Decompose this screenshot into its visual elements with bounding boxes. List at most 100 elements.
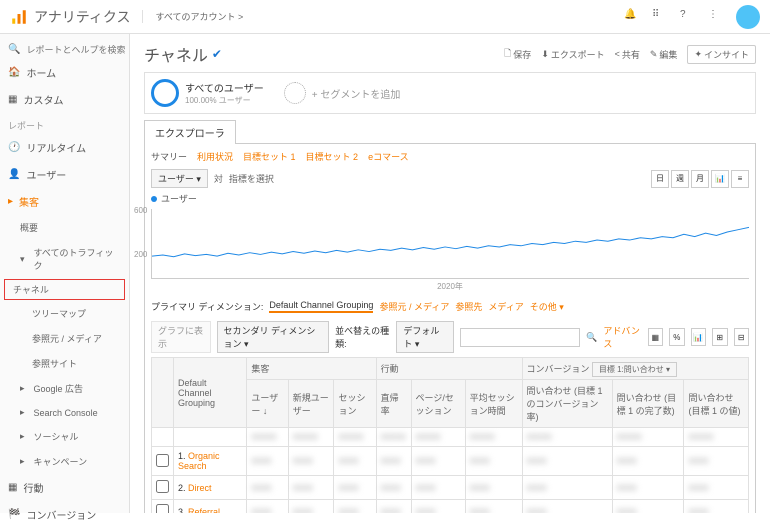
row-checkbox[interactable] <box>156 480 169 493</box>
plot-rows-button[interactable]: グラフに表示 <box>151 321 211 353</box>
nav-channel[interactable]: チャネル <box>4 279 125 300</box>
nav-referrals[interactable]: 参照サイト <box>0 351 129 376</box>
avatar[interactable] <box>736 5 760 29</box>
dim-other[interactable]: その他 ▾ <box>530 300 564 313</box>
secondary-dim-dropdown[interactable]: セカンダリ ディメンション ▾ <box>217 321 330 353</box>
metric-dropdown[interactable]: ユーザー ▾ <box>151 169 208 188</box>
perf-view-icon[interactable]: 📊 <box>691 328 706 346</box>
nav-custom[interactable]: ▦カスタム <box>0 86 129 113</box>
insight-button[interactable]: ✦ インサイト <box>687 45 756 64</box>
col-group-acq: 集客 <box>247 358 376 380</box>
add-circle-icon <box>284 82 306 104</box>
y-tick-600: 600 <box>134 206 147 215</box>
dim-med[interactable]: メディア <box>488 300 523 313</box>
custom-icon: ▦ <box>8 94 17 105</box>
col-new-users[interactable]: 新規ユーザー <box>288 380 334 428</box>
col-dcg[interactable]: Default Channel Grouping <box>174 358 247 428</box>
account-selector[interactable]: すべてのアカウント > <box>142 10 243 23</box>
table-row[interactable]: 1. Organic Search00000000000000000000000… <box>152 447 749 476</box>
acquisition-icon: ▸ <box>8 196 13 207</box>
view-day[interactable]: 日 <box>651 170 669 188</box>
advanced-link[interactable]: アドバンス <box>603 324 641 350</box>
col-value[interactable]: 問い合わせ (目標 1 の値) <box>684 380 749 428</box>
compare-view-icon[interactable]: ⊞ <box>712 328 727 346</box>
data-table: Default Channel Grouping 集客 行動 コンバージョン 目… <box>151 357 749 513</box>
table-row[interactable]: 2. Direct0000000000000000000000000000000… <box>152 476 749 500</box>
conv-dropdown[interactable]: 目標 1:問い合わせ ▾ <box>592 362 677 377</box>
nav-acquisition[interactable]: ▸集客 <box>0 188 129 215</box>
caret-right-icon: ▸ <box>20 431 25 442</box>
table-search-input[interactable] <box>460 328 580 347</box>
nav-social[interactable]: ▸ソーシャル <box>0 424 129 449</box>
search-icon[interactable]: 🔍 <box>586 332 597 343</box>
col-group-conv: コンバージョン 目標 1:問い合わせ ▾ <box>522 358 748 380</box>
segment-all-users[interactable]: すべてのユーザー100.00% ユーザー <box>151 79 264 107</box>
subtab-goal2[interactable]: 目標セット 2 <box>306 150 359 163</box>
segment-add[interactable]: + セグメントを追加 <box>284 79 401 107</box>
reports-section: レポート <box>0 113 129 134</box>
col-completions[interactable]: 問い合わせ (目標 1 の完了数) <box>612 380 684 428</box>
nav-realtime[interactable]: 🕐リアルタイム <box>0 134 129 161</box>
chart-options-icon[interactable]: ≡ <box>731 170 749 188</box>
apps-icon[interactable]: ⠿ <box>652 9 668 25</box>
caret-right-icon: ▸ <box>20 407 25 418</box>
subtab-usage[interactable]: 利用状況 <box>197 150 233 163</box>
primary-dim-label: プライマリ ディメンション: <box>151 300 263 313</box>
share-button[interactable]: < 共有 <box>615 45 640 64</box>
chart-type-icon[interactable]: 📊 <box>711 170 729 188</box>
user-icon: 👤 <box>8 169 20 180</box>
x-axis-label: 2020年 <box>151 281 749 292</box>
nav-treemap[interactable]: ツリーマップ <box>0 301 129 326</box>
col-avg-dur[interactable]: 平均セッション時間 <box>465 380 522 428</box>
nav-home[interactable]: 🏠ホーム <box>0 59 129 86</box>
col-sessions[interactable]: セッション <box>334 380 376 428</box>
caret-right-icon: ▸ <box>20 383 25 394</box>
row-checkbox[interactable] <box>156 504 169 513</box>
col-pages-sess[interactable]: ページ/セッション <box>411 380 465 428</box>
export-button[interactable]: ⬇ エクスポート <box>541 45 604 64</box>
nav-behavior[interactable]: ▦行動 <box>0 474 129 501</box>
view-month[interactable]: 月 <box>691 170 709 188</box>
dim-src[interactable]: 参照先 <box>455 300 482 313</box>
caret-right-icon: ▸ <box>20 456 25 467</box>
view-week[interactable]: 週 <box>671 170 689 188</box>
nav-all-traffic[interactable]: ▾すべてのトラフィック <box>0 240 129 278</box>
metric-select[interactable]: 指標を選択 <box>229 172 274 185</box>
nav-campaigns[interactable]: ▸キャンペーン <box>0 449 129 474</box>
subtab-ecom[interactable]: eコマース <box>368 150 409 163</box>
analytics-logo <box>10 8 28 26</box>
nav-user[interactable]: 👤ユーザー <box>0 161 129 188</box>
help-icon[interactable]: ? <box>680 9 696 25</box>
table-view-icon[interactable]: ▦ <box>648 328 663 346</box>
dim-src-med[interactable]: 参照元 / メディア <box>379 300 449 313</box>
col-bounce[interactable]: 直帰率 <box>376 380 411 428</box>
chart-title: ユーザー <box>161 192 197 205</box>
save-button[interactable]: 🗋 保存 <box>504 45 531 64</box>
pivot-view-icon[interactable]: ⊟ <box>734 328 749 346</box>
sort-dropdown[interactable]: デフォルト ▾ <box>396 321 454 353</box>
search-input[interactable] <box>26 45 143 55</box>
clock-icon: 🕐 <box>8 142 20 153</box>
nav-search-console[interactable]: ▸Search Console <box>0 401 129 424</box>
verified-icon: ✔ <box>212 47 222 61</box>
nav-google-ads[interactable]: ▸Google 広告 <box>0 376 129 401</box>
col-users[interactable]: ユーザー ↓ <box>247 380 288 428</box>
subtab-summary[interactable]: サマリー <box>151 150 187 163</box>
col-cvr[interactable]: 問い合わせ (目標 1 のコンバージョン率) <box>522 380 612 428</box>
percent-view-icon[interactable]: % <box>669 328 684 346</box>
row-checkbox[interactable] <box>156 454 169 467</box>
nav-conversion[interactable]: 🏁コンバージョン <box>0 501 129 528</box>
dim-default[interactable]: Default Channel Grouping <box>269 300 373 313</box>
bell-icon[interactable]: 🔔 <box>624 9 640 25</box>
vs-label: 対 <box>214 172 223 185</box>
sort-label: 並べ替えの種類: <box>335 324 390 350</box>
edit-button[interactable]: ✎ 編集 <box>650 45 678 64</box>
nav-source-medium[interactable]: 参照元 / メディア <box>0 326 129 351</box>
subtab-goal1[interactable]: 目標セット 1 <box>243 150 296 163</box>
behavior-icon: ▦ <box>8 482 17 493</box>
more-icon[interactable]: ⋮ <box>708 9 724 25</box>
conversion-icon: 🏁 <box>8 509 20 520</box>
nav-overview[interactable]: 概要 <box>0 215 129 240</box>
explorer-tab[interactable]: エクスプローラ <box>144 120 236 144</box>
table-row[interactable]: 3. Referral00000000000000000000000000000… <box>152 500 749 514</box>
